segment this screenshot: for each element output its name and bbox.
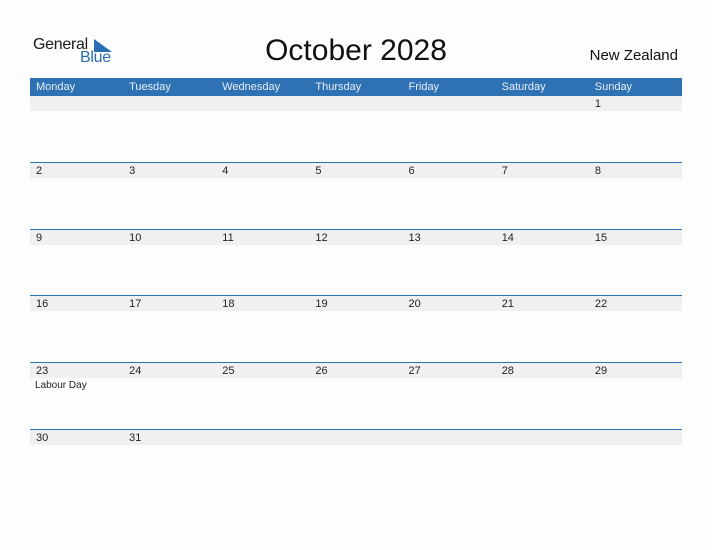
day-cell: 27 [403,362,496,429]
day-cell: 31 [123,429,216,496]
day-cell: 17 [123,295,216,362]
weekday-tuesday: Tuesday [129,81,171,93]
weekday-monday: Monday [36,81,76,93]
holiday-label: Labour Day [35,380,87,391]
day-cell [496,429,589,496]
week-row: 1 [30,96,682,163]
day-number: 15 [594,232,608,244]
day-number: 19 [315,298,328,310]
day-number: 9 [36,232,43,244]
week-row: 9 10 11 12 13 14 15 [30,229,682,296]
day-number: 5 [315,165,322,177]
day-cell: 1 [589,96,682,163]
day-cell: 2 [30,162,123,229]
day-number: 31 [129,432,142,444]
day-cell [309,429,402,496]
day-number: 7 [501,165,508,177]
day-cell [496,96,589,163]
day-cell: 19 [309,295,402,362]
day-cell: 26 [309,362,402,429]
day-cell: 25 [216,362,309,429]
day-cell [216,96,309,163]
day-cell: 10 [123,229,216,296]
week-row: 2 3 4 5 6 7 8 [30,162,682,229]
day-number: 11 [222,232,234,244]
day-cell: 3 [123,162,216,229]
day-number: 6 [408,165,415,177]
day-cell [403,96,496,163]
day-number: 10 [129,232,142,244]
day-number: 21 [501,298,514,310]
day-cell [403,429,496,496]
week-row: 23 Labour Day 24 25 26 27 28 29 [30,362,682,429]
day-number: 22 [594,298,608,310]
day-number: 24 [129,365,142,377]
day-cell: 30 [30,429,123,496]
day-cell [589,429,682,496]
day-cell: 8 [589,162,682,229]
day-cell: 14 [496,229,589,296]
day-number: 18 [222,298,235,310]
day-cell: 16 [30,295,123,362]
day-cell: 22 [589,295,682,362]
day-number: 12 [315,232,328,244]
day-number: 17 [129,298,142,310]
day-cell: 24 [123,362,216,429]
day-number: 20 [408,298,421,310]
weekday-header: Monday Tuesday Wednesday Thursday Friday… [30,78,682,96]
day-number: 26 [315,365,328,377]
weekday-wednesday: Wednesday [222,81,281,93]
day-cell [123,96,216,163]
day-number: 13 [408,232,421,244]
day-number: 25 [222,365,235,377]
day-number: 23 [36,365,49,377]
day-number: 28 [501,365,514,377]
day-cell: 13 [403,229,496,296]
day-number: 27 [408,365,421,377]
day-number: 1 [594,98,601,110]
day-cell: 6 [403,162,496,229]
weekday-friday: Friday [408,81,440,93]
country-label: New Zealand [589,47,678,64]
day-cell: 23 Labour Day [30,362,123,429]
day-number: 3 [129,165,136,177]
week-row: 16 17 18 19 20 21 22 [30,295,682,362]
week-row: 30 31 [30,429,682,496]
day-cell: 12 [309,229,402,296]
day-number: 29 [594,365,608,377]
day-number: 16 [36,298,49,310]
day-number: 4 [222,165,229,177]
day-number: 2 [36,165,43,177]
day-cell: 18 [216,295,309,362]
weekday-thursday: Thursday [315,81,362,93]
day-cell: 4 [216,162,309,229]
day-number: 14 [501,232,514,244]
day-cell: 28 [496,362,589,429]
day-cell [309,96,402,163]
day-cell [216,429,309,496]
day-cell [30,96,123,163]
day-cell: 9 [30,229,123,296]
day-cell: 21 [496,295,589,362]
weekday-saturday: Saturday [501,81,546,93]
day-cell: 7 [496,162,589,229]
day-cell: 11 [216,229,309,296]
day-number: 30 [36,432,49,444]
day-cell: 29 [589,362,682,429]
weekday-sunday: Sunday [594,81,633,93]
day-cell: 15 [589,229,682,296]
day-cell: 20 [403,295,496,362]
day-cell: 5 [309,162,402,229]
day-number: 8 [594,165,601,177]
